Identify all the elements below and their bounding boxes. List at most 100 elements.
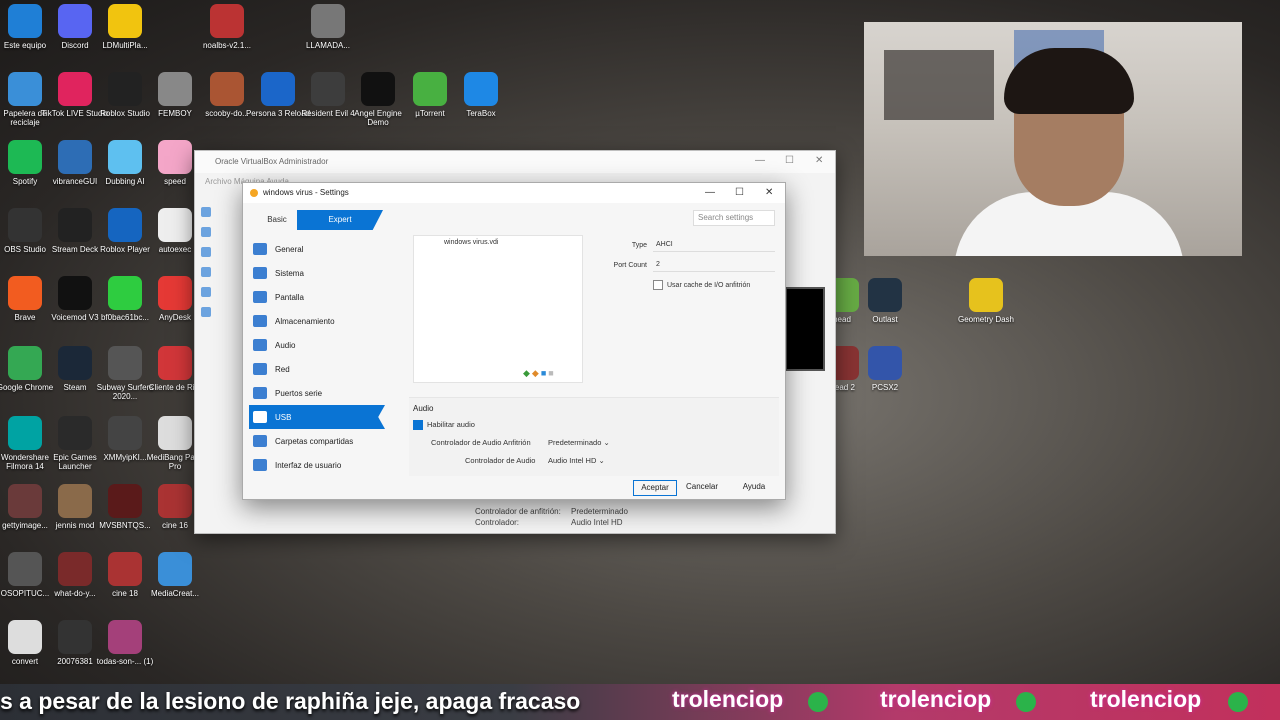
desktop-icon[interactable]: TeraBox	[447, 72, 515, 118]
type-select[interactable]: AHCI	[653, 239, 775, 252]
enable-audio-checkbox[interactable]	[413, 420, 423, 431]
desktop-icon-label: MediaCreat...	[150, 589, 200, 598]
app-icon	[210, 4, 244, 38]
general-icon	[253, 243, 267, 255]
machine-icon[interactable]	[201, 287, 211, 297]
app-icon	[158, 72, 192, 106]
desktop-icon[interactable]: noalbs-v2.1...	[193, 4, 261, 50]
nav-item-general[interactable]: General	[249, 237, 385, 261]
app-icon	[58, 416, 92, 450]
nav-item-usb[interactable]: USB	[249, 405, 385, 429]
webcam-overlay	[864, 22, 1242, 256]
app-icon	[58, 140, 92, 174]
controller-select[interactable]: Audio Intel HD	[548, 456, 596, 465]
settings-nav: General Sistema Pantalla Almacenamiento …	[249, 237, 385, 477]
app-icon	[158, 208, 192, 242]
app-icon	[8, 484, 42, 518]
desktop-icon-label: LDMultiPla...	[102, 41, 148, 50]
nav-label: General	[275, 244, 304, 254]
app-icon	[413, 72, 447, 106]
detail-key: Controlador de anfitrión:	[475, 507, 561, 516]
chevron-down-icon: ⌄	[598, 456, 605, 465]
close-icon[interactable]: ✕	[765, 187, 773, 198]
app-icon	[108, 276, 142, 310]
nav-item-sistema[interactable]: Sistema	[249, 261, 385, 285]
app-icon	[8, 72, 42, 106]
machine-icon[interactable]	[201, 227, 211, 237]
shared-folder-icon	[253, 435, 267, 447]
maximize-icon[interactable]: ☐	[785, 155, 794, 166]
nav-item-red[interactable]: Red	[249, 357, 385, 381]
machine-icon[interactable]	[201, 307, 211, 317]
nav-item-almacenamiento[interactable]: Almacenamiento	[249, 309, 385, 333]
expert-mode-button[interactable]: Expert	[297, 210, 383, 230]
app-icon	[108, 416, 142, 450]
manager-audio-details: Controlador de anfitrión: Predeterminado …	[475, 506, 628, 528]
app-icon	[108, 620, 142, 654]
app-icon	[361, 72, 395, 106]
nav-label: Puertos serie	[275, 388, 323, 398]
machine-icon[interactable]	[201, 247, 211, 257]
host-cache-checkbox[interactable]	[653, 280, 663, 290]
minimize-icon[interactable]: —	[705, 187, 715, 198]
nav-item-pantalla[interactable]: Pantalla	[249, 285, 385, 309]
audio-header: Audio	[413, 404, 434, 413]
manager-title: Oracle VirtualBox Administrador	[195, 151, 835, 173]
host-cache-label: Usar cache de I/O anfitrión	[667, 281, 751, 289]
cancel-button[interactable]: Cancelar	[681, 480, 723, 494]
app-icon	[464, 72, 498, 106]
nav-item-interfaz-usuario[interactable]: Interfaz de usuario	[249, 453, 385, 477]
vm-preview	[785, 287, 825, 371]
network-icon	[253, 363, 267, 375]
app-icon	[261, 72, 295, 106]
nav-item-puertos-serie[interactable]: Puertos serie	[249, 381, 385, 405]
ticker-brand: trolenciop	[672, 686, 784, 712]
close-icon[interactable]: ✕	[815, 155, 823, 166]
add-attachment-icon[interactable]: ◆	[523, 368, 532, 378]
app-icon	[8, 552, 42, 586]
storage-item[interactable]: windows virus.vdi	[414, 236, 582, 246]
audio-icon	[253, 339, 267, 351]
webcam-shelf	[884, 50, 994, 120]
app-icon	[158, 140, 192, 174]
machine-icon[interactable]	[201, 267, 211, 277]
manager-sidebar	[201, 197, 217, 327]
webcam-person-hair	[1004, 48, 1134, 114]
storage-toolbar: ◆◆■■	[523, 368, 556, 379]
nav-label: Pantalla	[275, 292, 304, 302]
desktop-icon-label: TeraBox	[466, 109, 496, 118]
remove-icon[interactable]: ■	[548, 368, 555, 378]
desktop-icon[interactable]: MediaCreat...	[141, 552, 209, 598]
creeper-icon	[1228, 692, 1248, 712]
add-controller-icon[interactable]: ◆	[532, 368, 541, 378]
desktop-icon[interactable]: todas-son-... (1)	[91, 620, 159, 666]
desktop-icon[interactable]: LLAMADA...	[294, 4, 362, 50]
app-icon	[108, 140, 142, 174]
detail-value: Audio Intel HD	[571, 518, 623, 527]
app-icon	[58, 552, 92, 586]
app-icon	[8, 208, 42, 242]
nav-item-carpetas-compartidas[interactable]: Carpetas compartidas	[249, 429, 385, 453]
chevron-down-icon: ⌄	[603, 438, 610, 447]
search-settings-input[interactable]: Search settings	[693, 210, 775, 226]
maximize-icon[interactable]: ☐	[735, 187, 744, 198]
minimize-icon[interactable]: —	[755, 155, 765, 166]
nav-item-audio[interactable]: Audio	[249, 333, 385, 357]
desktop-icon-label: todas-son-... (1)	[96, 657, 154, 666]
app-icon	[58, 346, 92, 380]
ticker-brand: trolenciop	[880, 686, 992, 712]
machine-icon[interactable]	[201, 207, 211, 217]
app-icon	[158, 276, 192, 310]
usb-icon	[253, 411, 267, 423]
host-driver-select[interactable]: Predeterminado	[548, 438, 601, 447]
desktop-icon-label: Geometry Dash	[957, 315, 1015, 324]
desktop-icon[interactable]: Geometry Dash	[952, 278, 1020, 324]
help-button[interactable]: Ayuda	[733, 480, 775, 494]
storage-icon	[253, 315, 267, 327]
desktop-icon[interactable]: LDMultiPla...	[91, 4, 159, 50]
settings-title: windows virus - Settings	[243, 183, 785, 203]
accept-button[interactable]: Aceptar	[633, 480, 677, 496]
port-count-spinbox[interactable]: 2	[653, 259, 775, 272]
app-icon	[108, 72, 142, 106]
basic-mode-button[interactable]: Basic	[257, 210, 297, 230]
